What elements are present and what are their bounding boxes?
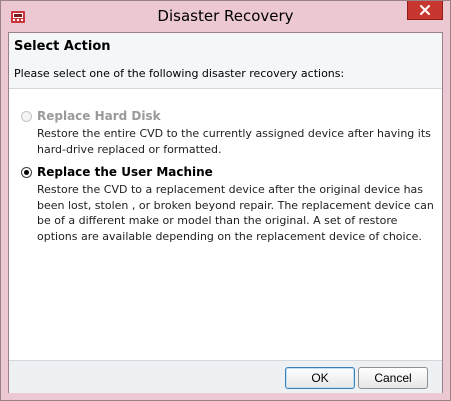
close-icon [420,5,430,15]
dialog-body: Select Action Please select one of the f… [8,32,443,393]
dialog-footer: OK Cancel [9,360,442,393]
dialog-header: Select Action Please select one of the f… [9,33,442,89]
option-label: Replace the User Machine [37,165,213,179]
ok-button[interactable]: OK [285,367,355,389]
title-bar[interactable]: Disaster Recovery [1,1,450,32]
section-title: Select Action [14,39,111,54]
close-button[interactable] [407,1,443,20]
option-replace-user-machine[interactable]: Replace the User Machine Restore the CVD… [21,165,434,245]
cancel-button[interactable]: Cancel [358,367,428,389]
radio-replace-hard-disk[interactable] [21,111,32,122]
option-description: Restore the entire CVD to the currently … [37,127,431,156]
window-title: Disaster Recovery [157,7,294,25]
option-replace-hard-disk[interactable]: Replace Hard Disk Restore the entire CVD… [21,109,433,156]
section-subtitle: Please select one of the following disas… [14,67,345,80]
option-label: Replace Hard Disk [37,109,161,123]
action-options: Replace Hard Disk Restore the entire CVD… [9,89,442,360]
disaster-recovery-dialog: Disaster Recovery Select Action Please s… [0,0,451,401]
option-description: Restore the CVD to a replacement device … [37,183,434,243]
radio-replace-user-machine[interactable] [21,167,32,178]
